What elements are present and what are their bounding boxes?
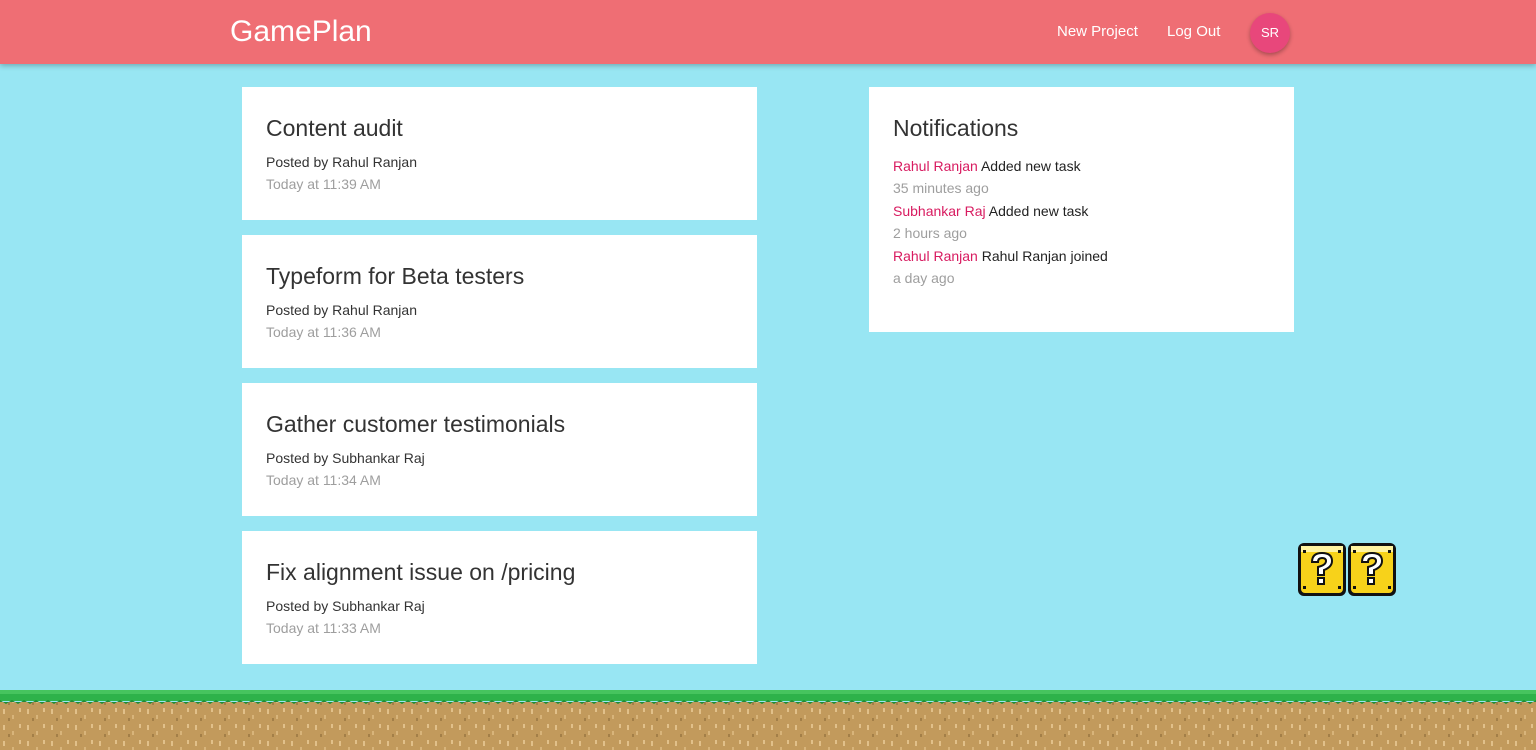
notification-action: Added new task [988,203,1089,219]
notification-item: Rahul Ranjan Added new task 35 minutes a… [893,155,1270,200]
project-title: Fix alignment issue on /pricing [266,559,576,585]
project-title: Gather customer testimonials [266,411,566,437]
notification-item: Subhankar Raj Added new task 2 hours ago [893,200,1270,245]
notification-text: Subhankar Raj Added new task [893,200,1270,222]
new-project-link[interactable]: New Project [1057,22,1138,42]
notifications-panel: Notifications Rahul Ranjan Added new tas… [869,87,1294,332]
top-navbar: GamePlan New Project Log Out SR [0,0,1536,64]
project-author: Posted by Rahul Ranjan [266,302,417,318]
brand-logo-link[interactable]: GamePlan [230,14,372,50]
project-card[interactable]: Fix alignment issue on /pricing Posted b… [242,531,757,664]
notification-user-link[interactable]: Rahul Ranjan [893,158,978,174]
notification-text: Rahul Ranjan Rahul Ranjan joined [893,245,1270,267]
grass-ground-decoration [0,690,1536,750]
notification-time: 2 hours ago [893,225,967,241]
project-author: Posted by Rahul Ranjan [266,154,417,170]
project-timestamp: Today at 11:36 AM [266,324,381,340]
project-card[interactable]: Typeform for Beta testers Posted by Rahu… [242,235,757,368]
project-author: Posted by Subhankar Raj [266,450,425,466]
user-avatar[interactable]: SR [1250,13,1290,53]
project-card[interactable]: Content audit Posted by Rahul Ranjan Tod… [242,87,757,220]
notification-time: 35 minutes ago [893,180,989,196]
notification-user-link[interactable]: Subhankar Raj [893,203,986,219]
log-out-link[interactable]: Log Out [1167,22,1220,42]
project-title: Content audit [266,115,403,141]
project-title: Typeform for Beta testers [266,263,525,289]
project-author: Posted by Subhankar Raj [266,598,425,614]
notification-user-link[interactable]: Rahul Ranjan [893,248,978,264]
notification-item: Rahul Ranjan Rahul Ranjan joined a day a… [893,245,1270,290]
notification-time: a day ago [893,270,955,286]
project-card[interactable]: Gather customer testimonials Posted by S… [242,383,757,516]
project-timestamp: Today at 11:39 AM [266,176,381,192]
notifications-title: Notifications [893,115,1019,141]
notification-text: Rahul Ranjan Added new task [893,155,1270,177]
question-block-icon [1298,543,1346,596]
project-timestamp: Today at 11:34 AM [266,472,381,488]
notification-action: Rahul Ranjan joined [981,248,1108,264]
notification-action: Added new task [980,158,1081,174]
question-blocks-decoration [1298,543,1396,596]
question-block-icon [1348,543,1396,596]
project-timestamp: Today at 11:33 AM [266,620,381,636]
